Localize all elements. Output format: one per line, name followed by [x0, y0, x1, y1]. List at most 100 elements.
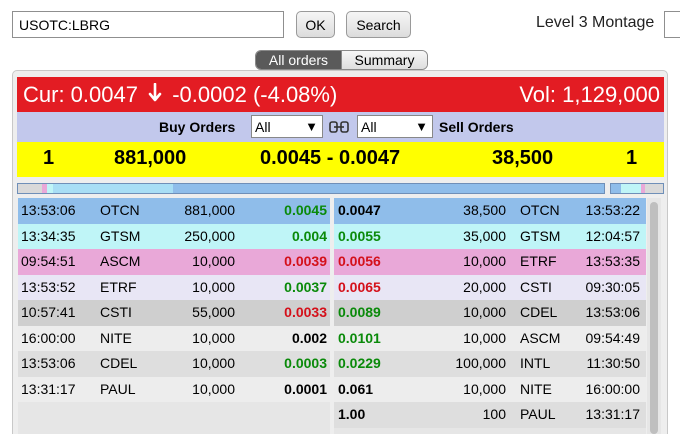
buy-order-row[interactable]: 13:34:35 GTSM 250,000 0.004 — [18, 223, 330, 249]
chain-link-icon[interactable] — [329, 120, 349, 134]
market-maker: GTSM — [520, 227, 561, 244]
buy-orders-filter[interactable]: All ▼ — [251, 115, 323, 138]
buy-order-row[interactable]: 13:31:17 PAUL 10,000 0.0001 — [18, 376, 330, 402]
symbol-input[interactable] — [12, 11, 284, 38]
buy-order-row[interactable]: 16:00:00 NITE 10,000 0.002 — [18, 325, 330, 351]
arrow-down-icon — [148, 83, 162, 102]
order-time: 13:53:06 — [21, 355, 76, 371]
bid-count: 1 — [43, 147, 55, 169]
order-time: 13:53:06 — [585, 304, 641, 320]
buy-filter-value: All — [255, 118, 271, 135]
order-price: 0.0001 — [284, 380, 327, 397]
order-size: 10,000 — [192, 329, 235, 346]
order-time: 10:57:41 — [21, 304, 76, 320]
order-time: 11:30:50 — [586, 355, 640, 371]
market-maker: INTL — [520, 355, 551, 371]
market-maker: NITE — [100, 329, 132, 346]
market-maker: NITE — [520, 380, 552, 397]
order-time: 13:31:17 — [585, 406, 641, 422]
ask-level-strip — [610, 183, 664, 194]
sell-order-row[interactable]: 0.0101 10,000 ASCM 09:54:49 — [334, 325, 646, 351]
sell-orders-label: Sell Orders — [439, 119, 514, 135]
bid-level-strip — [17, 183, 605, 194]
order-size: 881,000 — [184, 202, 235, 218]
dropdown-arrow-icon: ▼ — [305, 119, 318, 134]
sell-filter-value: All — [361, 118, 377, 135]
ok-button[interactable]: OK — [296, 11, 335, 38]
buy-order-row[interactable]: 13:53:52 ETRF 10,000 0.0037 — [18, 274, 330, 300]
dropdown-arrow-icon: ▼ — [415, 119, 428, 134]
market-maker: PAUL — [100, 380, 136, 397]
market-maker: CDEL — [100, 355, 138, 371]
bid-size: 881,000 — [114, 147, 187, 169]
order-price: 0.0055 — [338, 227, 381, 244]
tab-all-orders[interactable]: All orders — [256, 51, 341, 69]
order-price: 0.0037 — [284, 278, 327, 295]
order-size: 10,000 — [192, 278, 235, 295]
sell-order-row[interactable]: 0.0056 10,000 ETRF 13:53:35 — [334, 249, 646, 275]
search-button[interactable]: Search — [346, 11, 411, 38]
order-time: 13:53:52 — [21, 278, 76, 295]
right-edge-control[interactable] — [664, 11, 680, 38]
sell-order-row[interactable]: 0.0089 10,000 CDEL 13:53:06 — [334, 300, 646, 326]
filter-bar: Buy Orders All ▼ All ▼ Sell Orders — [17, 112, 664, 142]
order-size: 38,500 — [463, 202, 506, 218]
market-maker: CSTI — [100, 304, 132, 320]
buy-order-row[interactable]: 09:54:51 ASCM 10,000 0.0039 — [18, 249, 330, 275]
market-maker: PAUL — [520, 406, 556, 422]
market-maker: ASCM — [100, 253, 141, 269]
sell-order-row[interactable]: 0.061 10,000 NITE 16:00:00 — [334, 376, 646, 402]
sell-order-row[interactable]: 0.0055 35,000 GTSM 12:04:57 — [334, 223, 646, 249]
order-price: 0.0065 — [338, 278, 381, 295]
buy-order-row[interactable]: 13:53:06 CDEL 10,000 0.0003 — [18, 351, 330, 377]
price-change: -0.0002 (-4.08%) — [172, 82, 338, 107]
volume: Vol: 1,129,000 — [519, 82, 660, 107]
order-size: 100,000 — [455, 355, 506, 371]
tab-summary[interactable]: Summary — [341, 51, 427, 69]
market-maker: OTCN — [520, 202, 560, 218]
order-size: 250,000 — [184, 227, 235, 244]
scrollbar[interactable] — [647, 198, 661, 434]
buy-orders-label: Buy Orders — [159, 119, 236, 135]
sell-orders-table: 0.0047 38,500 OTCN 13:53:22 0.0055 35,000 GTSM… — [334, 198, 646, 434]
ask-count: 1 — [626, 147, 638, 169]
order-time: 13:53:06 — [21, 202, 76, 218]
quote-bar: Cur: 0.0047 -0.0002 (-4.08%) Vol: 1,129,… — [17, 77, 664, 112]
market-maker: ETRF — [520, 253, 557, 269]
order-size: 10,000 — [192, 253, 235, 269]
order-time: 13:53:35 — [585, 253, 641, 269]
inside-market-bar: 1 881,000 0.0045 - 0.0047 38,500 1 — [17, 142, 664, 177]
order-time: 09:30:05 — [585, 278, 641, 295]
sell-order-row[interactable]: 0.0065 20,000 CSTI 09:30:05 — [334, 274, 646, 300]
order-size: 20,000 — [463, 278, 506, 295]
order-size: 10,000 — [463, 380, 506, 397]
scrollbar-thumb[interactable] — [650, 202, 658, 434]
order-size: 100 — [482, 406, 506, 422]
sell-order-row[interactable]: 1.00 100 PAUL 13:31:17 — [334, 402, 646, 428]
bid-ask-spread: 0.0045 - 0.0047 — [260, 147, 401, 169]
order-size: 10,000 — [463, 304, 506, 320]
buy-order-row[interactable]: 13:53:06 OTCN 881,000 0.0045 — [18, 198, 330, 224]
order-time: 16:00:00 — [21, 329, 76, 346]
order-time: 13:31:17 — [21, 380, 76, 397]
order-time: 13:34:35 — [21, 227, 76, 244]
sell-orders-filter[interactable]: All ▼ — [357, 115, 433, 138]
sell-order-row[interactable]: 0.0047 38,500 OTCN 13:53:22 — [334, 198, 646, 224]
order-price: 0.0229 — [338, 355, 381, 371]
order-price: 0.0045 — [284, 202, 327, 218]
order-time: 09:54:49 — [585, 329, 641, 346]
order-price: 0.004 — [291, 227, 327, 244]
order-size: 55,000 — [192, 304, 235, 320]
order-size: 10,000 — [463, 253, 506, 269]
order-price: 0.0056 — [338, 253, 381, 269]
buy-orders-table: 13:53:06 OTCN 881,000 0.0045 13:34:35 GTSM 250… — [18, 198, 330, 434]
order-time: 12:04:57 — [585, 227, 641, 244]
view-tabs: All orders Summary — [255, 50, 428, 70]
order-size: 10,000 — [192, 355, 235, 371]
buy-order-row[interactable]: 10:57:41 CSTI 55,000 0.0033 — [18, 300, 330, 326]
quote-current: Cur: 0.0047 -0.0002 (-4.08%) — [23, 82, 337, 108]
montage-title: Level 3 Montage — [536, 14, 655, 31]
sell-order-row[interactable]: 0.0229 100,000 INTL 11:30:50 — [334, 351, 646, 377]
order-time: 16:00:00 — [585, 380, 641, 397]
ask-size: 38,500 — [492, 147, 554, 169]
